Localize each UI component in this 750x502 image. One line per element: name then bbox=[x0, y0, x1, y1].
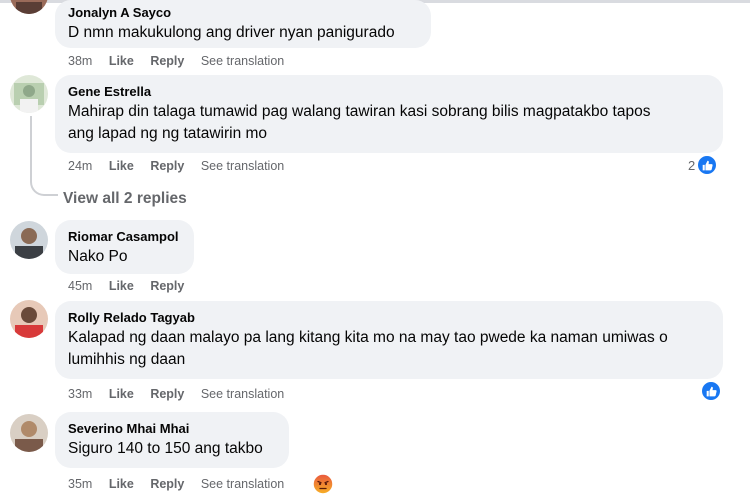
like-button[interactable]: Like bbox=[109, 54, 134, 68]
avatar[interactable] bbox=[10, 414, 48, 452]
comment-actions: 35m Like Reply See translation bbox=[68, 475, 297, 493]
comment-bubble: Severino Mhai Mhai Siguro 140 to 150 ang… bbox=[55, 412, 289, 468]
avatar[interactable] bbox=[10, 221, 48, 259]
comment-bubble: Riomar Casampol Nako Po bbox=[55, 220, 194, 274]
avatar[interactable] bbox=[10, 0, 48, 14]
reaction-count: 2 bbox=[688, 157, 696, 173]
comment-author[interactable]: Rolly Relado Tagyab bbox=[68, 309, 710, 327]
comment-time[interactable]: 35m bbox=[68, 477, 92, 491]
comment-author[interactable]: Gene Estrella bbox=[68, 83, 710, 101]
comment-author[interactable]: Riomar Casampol bbox=[68, 228, 181, 246]
like-icon bbox=[697, 155, 718, 175]
reply-button[interactable]: Reply bbox=[150, 159, 184, 173]
comment-text-line: ang lapad ng ng tatawirin mo bbox=[68, 125, 268, 142]
comment-text: D nmn makukulong ang driver nyan panigur… bbox=[68, 24, 395, 41]
comment-author[interactable]: Jonalyn A Sayco bbox=[68, 4, 418, 22]
comment-time[interactable]: 33m bbox=[68, 387, 92, 401]
comment-actions: 24m Like Reply See translation bbox=[68, 157, 297, 175]
reply-button[interactable]: Reply bbox=[150, 477, 184, 491]
comment-actions: 33m Like Reply See translation bbox=[68, 385, 297, 403]
comment-actions: 45m Like Reply bbox=[68, 277, 197, 295]
reaction-summary[interactable] bbox=[701, 381, 721, 402]
comment-bubble: Gene Estrella Mahirap din talaga tumawid… bbox=[55, 75, 723, 153]
view-replies-link[interactable]: View all 2 replies bbox=[63, 189, 187, 209]
comment-text: Siguro 140 to 150 ang takbo bbox=[68, 440, 263, 457]
see-translation-link[interactable]: See translation bbox=[201, 387, 284, 401]
reaction-summary[interactable]: 2 bbox=[688, 155, 718, 175]
comment-author[interactable]: Severino Mhai Mhai bbox=[68, 420, 276, 438]
see-translation-link[interactable]: See translation bbox=[201, 159, 284, 173]
comment-time[interactable]: 45m bbox=[68, 279, 92, 293]
reply-button[interactable]: Reply bbox=[150, 279, 184, 293]
comment-bubble: Jonalyn A Sayco D nmn makukulong ang dri… bbox=[55, 0, 431, 48]
see-translation-link[interactable]: See translation bbox=[201, 54, 284, 68]
comment-time[interactable]: 24m bbox=[68, 159, 92, 173]
comment-text-line: Mahirap din talaga tumawid pag walang ta… bbox=[68, 103, 651, 120]
like-button[interactable]: Like bbox=[109, 279, 134, 293]
comment-text: Nako Po bbox=[68, 248, 128, 265]
comment-text-line: Kalapad ng daan malayo pa lang kitang ki… bbox=[68, 329, 668, 346]
like-button[interactable]: Like bbox=[109, 477, 134, 491]
like-button[interactable]: Like bbox=[109, 387, 134, 401]
comment-time[interactable]: 38m bbox=[68, 54, 92, 68]
comment-actions: 38m Like Reply See translation bbox=[68, 52, 297, 70]
avatar[interactable] bbox=[10, 75, 48, 113]
comment-bubble: Rolly Relado Tagyab Kalapad ng daan mala… bbox=[55, 301, 723, 379]
like-icon bbox=[701, 381, 721, 401]
see-translation-link[interactable]: See translation bbox=[201, 477, 284, 491]
thread-connector bbox=[30, 168, 58, 196]
reaction-summary[interactable] bbox=[312, 473, 334, 500]
reply-button[interactable]: Reply bbox=[150, 54, 184, 68]
angry-icon bbox=[312, 473, 334, 495]
reply-button[interactable]: Reply bbox=[150, 387, 184, 401]
comment-text-line: lumihhis ng daan bbox=[68, 351, 186, 368]
avatar[interactable] bbox=[10, 300, 48, 338]
like-button[interactable]: Like bbox=[109, 159, 134, 173]
